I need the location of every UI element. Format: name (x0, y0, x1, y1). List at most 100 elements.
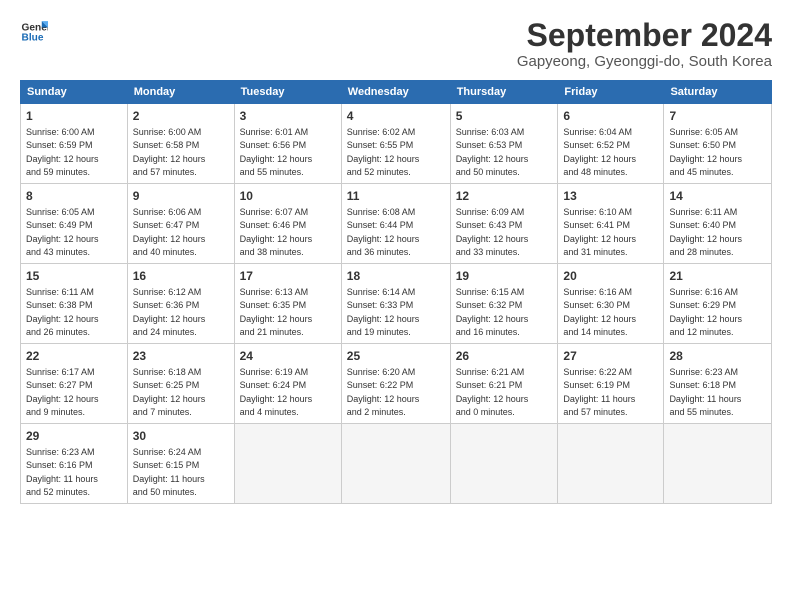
day-cell: 18Sunrise: 6:14 AM Sunset: 6:33 PM Dayli… (341, 264, 450, 344)
day-info: Sunrise: 6:13 AM Sunset: 6:35 PM Dayligh… (240, 287, 313, 337)
header-cell-tuesday: Tuesday (234, 81, 341, 104)
day-number: 30 (133, 428, 229, 445)
day-cell: 20 Sunrise: 6:16 AM Sunset: 6:30 PM Dayli… (558, 264, 664, 344)
day-info: Sunrise: 6:16 AM Sunset: 6:29 PM Dayligh… (669, 287, 742, 337)
day-number: 10 (240, 188, 336, 205)
header-row: SundayMondayTuesdayWednesdayThursdayFrid… (21, 81, 772, 104)
calendar-page: General Blue September 2024 Gapyeong, Gy… (0, 0, 792, 612)
day-info: Sunrise: 6:02 AM Sunset: 6:55 PM Dayligh… (347, 127, 420, 177)
day-cell: 4 Sunrise: 6:02 AM Sunset: 6:55 PM Daylig… (341, 104, 450, 184)
day-cell: 12 Sunrise: 6:09 AM Sunset: 6:43 PM Dayli… (450, 184, 558, 264)
day-number: 24 (240, 348, 336, 365)
day-number: 21 (669, 268, 766, 285)
day-number: 12 (456, 188, 553, 205)
day-info: Sunrise: 6:20 AM Sunset: 6:22 PM Dayligh… (347, 367, 420, 417)
day-cell: 17 Sunrise: 6:13 AM Sunset: 6:35 PM Dayli… (234, 264, 341, 344)
day-cell (234, 424, 341, 504)
day-cell: 7 Sunrise: 6:05 AM Sunset: 6:50 PM Daylig… (664, 104, 772, 184)
day-cell: 21 Sunrise: 6:16 AM Sunset: 6:29 PM Dayli… (664, 264, 772, 344)
title-area: September 2024 Gapyeong, Gyeonggi-do, So… (517, 18, 772, 70)
day-cell: 25 Sunrise: 6:20 AM Sunset: 6:22 PM Dayli… (341, 344, 450, 424)
day-info: Sunrise: 6:04 AM Sunset: 6:52 PM Dayligh… (563, 127, 636, 177)
day-number: 18 (347, 268, 445, 285)
day-cell (341, 424, 450, 504)
day-info: Sunrise: 6:05 AM Sunset: 6:50 PM Dayligh… (669, 127, 742, 177)
day-number: 9 (133, 188, 229, 205)
week-row-4: 22 Sunrise: 6:17 AM Sunset: 6:27 PM Dayli… (21, 344, 772, 424)
day-number: 29 (26, 428, 122, 445)
day-number: 16 (133, 268, 229, 285)
week-row-2: 8 Sunrise: 6:05 AM Sunset: 6:49 PM Daylig… (21, 184, 772, 264)
day-cell: 24 Sunrise: 6:19 AM Sunset: 6:24 PM Dayli… (234, 344, 341, 424)
calendar-table: SundayMondayTuesdayWednesdayThursdayFrid… (20, 80, 772, 504)
day-info: Sunrise: 6:05 AM Sunset: 6:49 PM Dayligh… (26, 207, 99, 257)
day-info: Sunrise: 6:15 AM Sunset: 6:32 PM Dayligh… (456, 287, 529, 337)
day-number: 26 (456, 348, 553, 365)
day-cell (558, 424, 664, 504)
day-number: 28 (669, 348, 766, 365)
day-number: 11 (347, 188, 445, 205)
day-number: 20 (563, 268, 658, 285)
day-info: Sunrise: 6:00 AM Sunset: 6:58 PM Dayligh… (133, 127, 206, 177)
day-cell: 22 Sunrise: 6:17 AM Sunset: 6:27 PM Dayli… (21, 344, 128, 424)
day-cell: 6 Sunrise: 6:04 AM Sunset: 6:52 PM Daylig… (558, 104, 664, 184)
day-info: Sunrise: 6:19 AM Sunset: 6:24 PM Dayligh… (240, 367, 313, 417)
day-info: Sunrise: 6:09 AM Sunset: 6:43 PM Dayligh… (456, 207, 529, 257)
day-cell: 27 Sunrise: 6:22 AM Sunset: 6:19 PM Dayli… (558, 344, 664, 424)
day-info: Sunrise: 6:22 AM Sunset: 6:19 PM Dayligh… (563, 367, 635, 417)
day-cell: 15 Sunrise: 6:11 AM Sunset: 6:38 PM Dayli… (21, 264, 128, 344)
day-number: 22 (26, 348, 122, 365)
day-cell: 2 Sunrise: 6:00 AM Sunset: 6:58 PM Daylig… (127, 104, 234, 184)
day-number: 13 (563, 188, 658, 205)
logo-icon: General Blue (20, 18, 48, 46)
day-cell: 1Sunrise: 6:00 AM Sunset: 6:59 PM Daylig… (21, 104, 128, 184)
day-number: 4 (347, 108, 445, 125)
day-number: 17 (240, 268, 336, 285)
header-area: General Blue September 2024 Gapyeong, Gy… (20, 18, 772, 70)
day-number: 7 (669, 108, 766, 125)
svg-text:Blue: Blue (22, 33, 44, 44)
calendar-body: 1Sunrise: 6:00 AM Sunset: 6:59 PM Daylig… (21, 104, 772, 504)
day-info: Sunrise: 6:06 AM Sunset: 6:47 PM Dayligh… (133, 207, 206, 257)
header-cell-monday: Monday (127, 81, 234, 104)
day-info: Sunrise: 6:03 AM Sunset: 6:53 PM Dayligh… (456, 127, 529, 177)
day-number: 2 (133, 108, 229, 125)
day-cell: 26 Sunrise: 6:21 AM Sunset: 6:21 PM Dayli… (450, 344, 558, 424)
day-cell: 19Sunrise: 6:15 AM Sunset: 6:32 PM Dayli… (450, 264, 558, 344)
logo: General Blue (20, 18, 48, 46)
day-cell: 14Sunrise: 6:11 AM Sunset: 6:40 PM Dayli… (664, 184, 772, 264)
day-info: Sunrise: 6:23 AM Sunset: 6:16 PM Dayligh… (26, 447, 98, 497)
header-cell-sunday: Sunday (21, 81, 128, 104)
day-cell: 8 Sunrise: 6:05 AM Sunset: 6:49 PM Daylig… (21, 184, 128, 264)
day-number: 15 (26, 268, 122, 285)
day-number: 23 (133, 348, 229, 365)
day-info: Sunrise: 6:10 AM Sunset: 6:41 PM Dayligh… (563, 207, 636, 257)
day-info: Sunrise: 6:17 AM Sunset: 6:27 PM Dayligh… (26, 367, 99, 417)
day-number: 3 (240, 108, 336, 125)
day-cell: 13 Sunrise: 6:10 AM Sunset: 6:41 PM Dayli… (558, 184, 664, 264)
day-info: Sunrise: 6:12 AM Sunset: 6:36 PM Dayligh… (133, 287, 206, 337)
header-cell-wednesday: Wednesday (341, 81, 450, 104)
day-number: 1 (26, 108, 122, 125)
day-info: Sunrise: 6:16 AM Sunset: 6:30 PM Dayligh… (563, 287, 636, 337)
day-number: 8 (26, 188, 122, 205)
day-number: 25 (347, 348, 445, 365)
header-cell-friday: Friday (558, 81, 664, 104)
calendar-header: SundayMondayTuesdayWednesdayThursdayFrid… (21, 81, 772, 104)
day-cell: 23 Sunrise: 6:18 AM Sunset: 6:25 PM Dayli… (127, 344, 234, 424)
header-cell-thursday: Thursday (450, 81, 558, 104)
day-cell: 28 Sunrise: 6:23 AM Sunset: 6:18 PM Dayli… (664, 344, 772, 424)
day-number: 14 (669, 188, 766, 205)
day-number: 6 (563, 108, 658, 125)
week-row-1: 1Sunrise: 6:00 AM Sunset: 6:59 PM Daylig… (21, 104, 772, 184)
day-number: 27 (563, 348, 658, 365)
day-info: Sunrise: 6:23 AM Sunset: 6:18 PM Dayligh… (669, 367, 741, 417)
week-row-5: 29 Sunrise: 6:23 AM Sunset: 6:16 PM Dayli… (21, 424, 772, 504)
day-cell (664, 424, 772, 504)
day-info: Sunrise: 6:11 AM Sunset: 6:38 PM Dayligh… (26, 287, 99, 337)
day-info: Sunrise: 6:21 AM Sunset: 6:21 PM Dayligh… (456, 367, 529, 417)
day-info: Sunrise: 6:18 AM Sunset: 6:25 PM Dayligh… (133, 367, 206, 417)
day-info: Sunrise: 6:08 AM Sunset: 6:44 PM Dayligh… (347, 207, 420, 257)
week-row-3: 15 Sunrise: 6:11 AM Sunset: 6:38 PM Dayli… (21, 264, 772, 344)
day-cell: 29 Sunrise: 6:23 AM Sunset: 6:16 PM Dayli… (21, 424, 128, 504)
